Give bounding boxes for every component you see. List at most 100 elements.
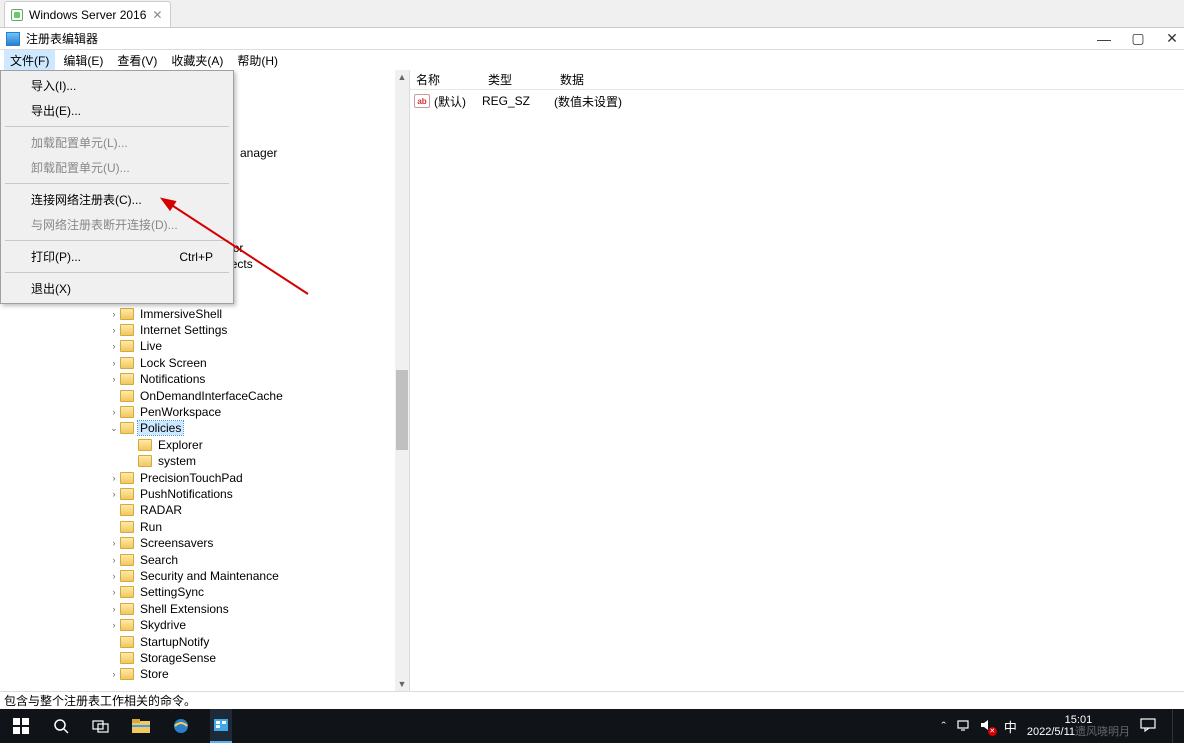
expander-icon[interactable]: › [108,604,120,614]
tree-pane: 导入(I)... 导出(E)... 加载配置单元(L)... 卸载配置单元(U)… [0,70,410,691]
tree-node[interactable]: ›SettingSync [108,584,206,600]
start-button[interactable] [10,715,32,737]
tree-node[interactable]: OnDemandInterfaceCache [108,388,285,404]
scroll-down-icon[interactable]: ▼ [395,677,409,691]
tree-node[interactable]: StartupNotify [108,634,211,650]
scroll-thumb[interactable] [396,370,408,450]
tree-node[interactable]: › Live [108,338,164,354]
task-view-icon[interactable] [90,715,112,737]
tree-node[interactable]: Explorer [126,437,205,453]
folder-icon [120,324,134,336]
scroll-up-icon[interactable]: ▲ [395,70,409,84]
tree-node-label: Live [138,339,164,353]
tree-node[interactable]: ›Store [108,666,171,682]
show-desktop-button[interactable] [1172,709,1178,743]
tree-node[interactable]: StorageSense [108,650,218,666]
window-title: 注册表编辑器 [26,30,98,47]
expander-icon[interactable]: › [108,669,120,679]
value-type: REG_SZ [482,94,554,108]
menu-export[interactable]: 导出(E)... [3,98,231,123]
tree-node[interactable]: › PrecisionTouchPad [108,470,245,486]
menu-import[interactable]: 导入(I)... [3,73,231,98]
explorer-icon[interactable] [130,715,152,737]
close-button[interactable]: ✕ [1164,30,1180,47]
tree-node[interactable]: ›Internet Settings [108,322,229,338]
tree-node[interactable]: ›Shell Extensions [108,601,231,617]
col-type[interactable]: 类型 [482,71,554,88]
tree-node[interactable]: ›Lock Screen [108,355,209,371]
expander-icon[interactable]: ⌄ [108,423,120,434]
tree-node[interactable]: RADAR [108,502,184,518]
tree-scrollbar[interactable]: ▲ ▼ [395,70,409,691]
expander-icon[interactable]: › [108,587,120,597]
tree-node[interactable]: ›Screensavers [108,535,215,551]
expander-icon[interactable]: › [108,555,120,565]
col-name[interactable]: 名称 [410,71,482,88]
expander-icon[interactable]: › [108,358,120,368]
minimize-button[interactable]: ― [1096,31,1112,47]
vm-tab[interactable]: Windows Server 2016 ✕ [4,1,171,27]
tree-node[interactable]: › Search [108,552,180,568]
vm-tab-label: Windows Server 2016 [29,8,146,22]
menu-exit[interactable]: 退出(X) [3,276,231,301]
list-row[interactable]: ab (默认) REG_SZ (数值未设置) [410,92,1184,110]
expander-icon[interactable]: › [108,407,120,417]
tree-node[interactable]: ›Skydrive [108,617,188,633]
tree-node-label: RADAR [138,503,184,517]
menu-print[interactable]: 打印(P)... Ctrl+P [3,244,231,269]
expander-icon[interactable]: › [108,325,120,335]
tree-node-label: Run [138,520,164,534]
folder-icon [138,455,152,467]
tree-node-label: PrecisionTouchPad [138,471,245,485]
close-icon[interactable]: ✕ [152,8,162,22]
tree-node-label: PenWorkspace [138,405,223,419]
search-icon[interactable] [50,715,72,737]
expander-icon[interactable]: › [108,620,120,630]
tree-node[interactable]: › PenWorkspace [108,404,223,420]
tray-chevron-icon[interactable]: ˆ [942,719,946,734]
tree-node[interactable]: ›ImmersiveShell [108,306,224,322]
ie-icon[interactable] [170,715,192,737]
tree-node[interactable]: ⌄ Policies [108,420,183,436]
col-data[interactable]: 数据 [554,71,1184,88]
tree-node[interactable]: ›PushNotifications [108,486,235,502]
tree-node-label: Search [138,553,180,567]
list-header: 名称 类型 数据 [410,70,1184,90]
expander-icon[interactable]: › [108,538,120,548]
folder-icon [120,422,134,434]
volume-icon[interactable]: ✕ [980,718,994,735]
tree-node[interactable]: ›Security and Maintenance [108,568,281,584]
menu-help[interactable]: 帮助(H) [231,50,284,71]
expander-icon[interactable]: › [108,571,120,581]
folder-icon [120,504,134,516]
work-area: 导入(I)... 导出(E)... 加载配置单元(L)... 卸载配置单元(U)… [0,70,1184,691]
menu-favorites[interactable]: 收藏夹(A) [165,50,229,71]
expander-icon[interactable]: › [108,489,120,499]
expander-icon[interactable]: › [108,309,120,319]
menu-separator [5,240,229,241]
tree-node-label: Policies [138,421,183,435]
menu-edit[interactable]: 编辑(E) [57,50,109,71]
menu-view[interactable]: 查看(V) [111,50,163,71]
folder-icon [120,619,134,631]
tree-node[interactable]: system [126,453,198,469]
tree-node-label: OnDemandInterfaceCache [138,389,285,403]
tree-node[interactable]: Run [108,519,164,535]
folder-icon [120,668,134,680]
ime-indicator[interactable]: 中 [1004,717,1017,736]
expander-icon[interactable]: › [108,341,120,351]
expander-icon[interactable]: › [108,473,120,483]
tree-node-label: Explorer [156,438,205,452]
action-center-icon[interactable] [1140,718,1156,735]
expander-icon[interactable]: › [108,374,120,384]
menu-file[interactable]: 文件(F) [4,50,55,71]
menu-connect[interactable]: 连接网络注册表(C)... [3,187,231,212]
folder-icon [120,308,134,320]
maximize-button[interactable]: ▢ [1130,30,1146,47]
menu-print-accel: Ctrl+P [179,250,213,264]
regedit-taskbar-icon[interactable] [210,709,232,743]
taskbar-clock[interactable]: 15:01 2022/5/11遗风晓明月 [1027,714,1130,738]
network-icon[interactable] [956,718,970,735]
tree-node[interactable]: › Notifications [108,371,207,387]
tree-node-label: Notifications [138,372,207,386]
